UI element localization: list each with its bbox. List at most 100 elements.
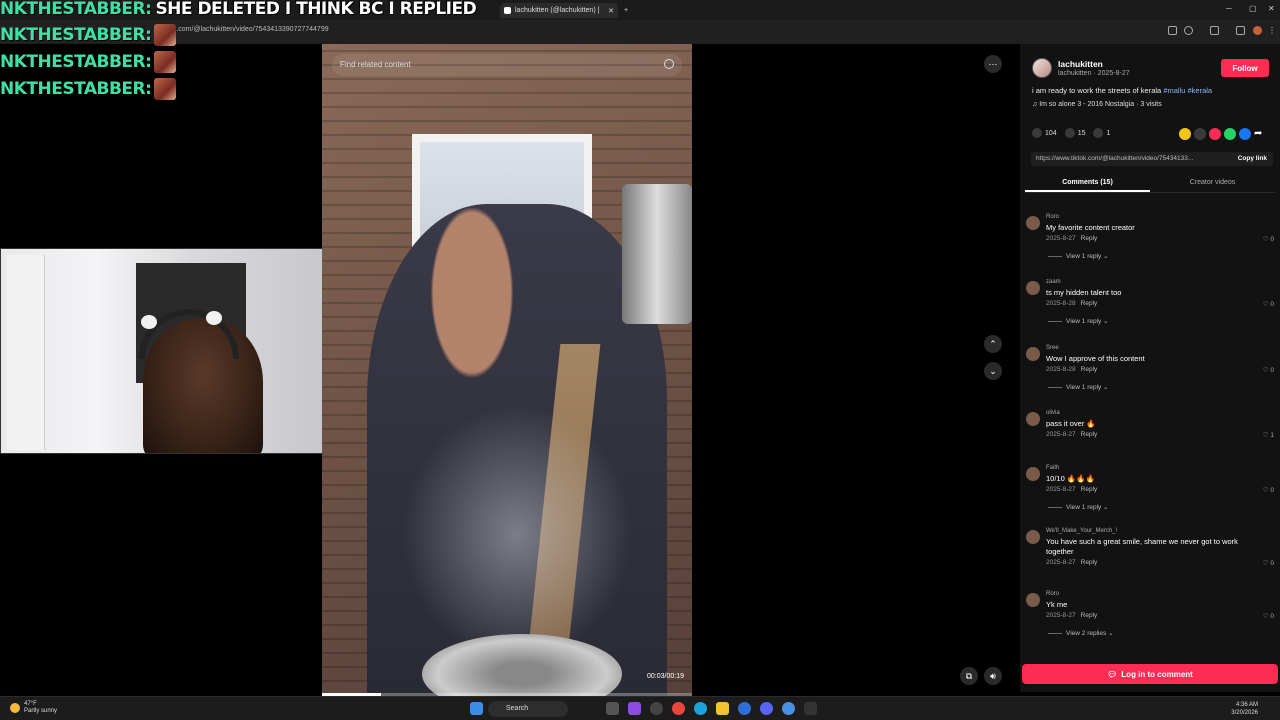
comment-like-button[interactable]: ♡ 0 [1263, 612, 1274, 620]
weather-widget[interactable]: 47°F Partly sunny [10, 701, 57, 715]
comment-like-button[interactable]: ♡ 0 [1263, 559, 1274, 567]
reply-button[interactable]: Reply [1081, 235, 1098, 242]
share-icon[interactable] [1194, 128, 1206, 140]
commenter-avatar[interactable] [1026, 593, 1040, 607]
menu-icon[interactable]: ⋮ [1268, 26, 1276, 35]
commenter-avatar[interactable] [1026, 216, 1040, 230]
app-icon[interactable] [782, 702, 795, 715]
comment-like-button[interactable]: ♡ 0 [1263, 300, 1274, 308]
view-replies-button[interactable]: View 1 reply ⌄ [1048, 503, 1109, 511]
view-replies-button[interactable]: View 2 replies ⌄ [1048, 629, 1114, 637]
commenter-avatar[interactable] [1026, 347, 1040, 361]
app-icon[interactable] [738, 702, 751, 715]
close-icon[interactable]: ✕ [608, 7, 614, 15]
comment-like-button[interactable]: ♡ 0 [1263, 486, 1274, 494]
comment-like-button[interactable]: ♡ 1 [1263, 431, 1274, 439]
maximize-icon[interactable]: ▢ [1249, 4, 1257, 13]
next-video-button[interactable]: ⌄ [984, 362, 1002, 380]
commenter-name[interactable]: Roro [1046, 591, 1059, 597]
related-search-input[interactable]: Find related content [332, 54, 682, 76]
windows-start-icon[interactable] [470, 702, 483, 715]
comment-like-button[interactable]: ♡ 0 [1263, 235, 1274, 243]
comment-meta: 2025-8-27 Reply [1046, 559, 1097, 566]
commenter-name[interactable]: Roro [1046, 214, 1059, 220]
copy-link-button[interactable]: Copy link [1238, 155, 1267, 162]
share-link-field[interactable]: https://www.tiktok.com/@lachukitten/vide… [1031, 152, 1273, 166]
profile-avatar[interactable] [1253, 26, 1262, 35]
discord-icon[interactable] [760, 702, 773, 715]
more-options-button[interactable]: ⋯ [984, 55, 1002, 73]
login-to-comment-button[interactable]: 💬︎ Log in to comment [1022, 664, 1278, 684]
close-window-icon[interactable]: ✕ [1268, 4, 1275, 13]
comment-text: pass it over 🔥 [1046, 419, 1096, 428]
login-label: Log in to comment [1121, 669, 1193, 679]
commenter-avatar[interactable] [1026, 467, 1040, 481]
steam [402, 404, 632, 664]
minimize-icon[interactable]: ─ [1226, 4, 1232, 13]
comment-like-count: 0 [1270, 367, 1274, 374]
file-explorer-icon[interactable] [716, 702, 729, 715]
app-icon[interactable] [628, 702, 641, 715]
reply-button[interactable]: Reply [1081, 559, 1098, 566]
emote-icon [154, 24, 177, 46]
comment-button[interactable]: 15 [1064, 128, 1085, 138]
tab-comments[interactable]: Comments (15) [1025, 179, 1150, 192]
pip-icon[interactable]: ⧉ [960, 667, 978, 685]
chat-username: NKTHESTABBER: [0, 25, 152, 45]
edge-icon[interactable] [694, 702, 707, 715]
hashtags[interactable]: #mallu #kerala [1163, 86, 1212, 95]
new-tab-button[interactable]: + [620, 3, 632, 18]
music-info[interactable]: ♫ Im so alone 3 - 2016 Nostalgia · 3 vis… [1032, 101, 1162, 108]
commenter-name[interactable]: Faith [1046, 465, 1059, 471]
task-view-icon[interactable] [606, 702, 619, 715]
commenter-avatar[interactable] [1026, 281, 1040, 295]
app-icon[interactable] [650, 702, 663, 715]
view-replies-button[interactable]: View 1 reply ⌄ [1048, 383, 1109, 391]
commenter-avatar[interactable] [1026, 530, 1040, 544]
commenter-avatar[interactable] [1026, 412, 1040, 426]
url-text[interactable]: tiktok.com/@lachukitten/video/7543413390… [160, 26, 329, 33]
tab-tiktok[interactable]: lachukitten (@lachukitten) | ✕ [500, 3, 618, 18]
follow-button[interactable]: Follow [1221, 59, 1269, 77]
emote-icon [154, 78, 177, 100]
reply-button[interactable]: Reply [1081, 366, 1098, 373]
view-replies-button[interactable]: View 1 reply ⌄ [1048, 252, 1109, 260]
comment-like-button[interactable]: ♡ 0 [1263, 366, 1274, 374]
commenter-name[interactable]: Sree [1046, 345, 1059, 351]
share-icon[interactable] [1209, 128, 1221, 140]
share-icon[interactable] [1239, 128, 1251, 140]
commenter-name[interactable]: We'll_Make_Your_Merch_! [1046, 528, 1117, 534]
panel-tabs: Comments (15) Creator videos [1025, 177, 1275, 193]
like-button[interactable]: 104 [1032, 128, 1057, 138]
tiktok-icon [504, 7, 511, 14]
reply-button[interactable]: Reply [1081, 486, 1098, 493]
star-icon[interactable] [1184, 26, 1193, 35]
taskbar-search[interactable]: Search [488, 701, 568, 717]
reply-button[interactable]: Reply [1081, 300, 1098, 307]
heart-icon [1032, 128, 1042, 138]
chrome-icon[interactable] [672, 702, 685, 715]
sidebar-icon[interactable] [1236, 26, 1245, 35]
comment-like-count: 0 [1270, 236, 1274, 243]
creator-username[interactable]: lachukitten [1058, 59, 1103, 69]
cast-icon[interactable] [1168, 26, 1177, 35]
search-icon[interactable] [664, 59, 674, 69]
share-arrow-icon[interactable]: ➦ [1254, 128, 1262, 140]
clock[interactable]: 4:36 AM 3/20/2026 [1231, 701, 1258, 717]
commenter-name[interactable]: zaam [1046, 279, 1061, 285]
previous-video-button[interactable]: ⌃ [984, 335, 1002, 353]
commenter-name[interactable]: olivia [1046, 410, 1060, 416]
tab-creator-videos[interactable]: Creator videos [1150, 179, 1275, 186]
save-button[interactable]: 1 [1093, 128, 1110, 138]
video-player[interactable]: Find related content 00:03/00:19 [322, 44, 692, 696]
share-icon[interactable] [1179, 128, 1191, 140]
comment-text: Wow I approve of this content [1046, 354, 1145, 363]
view-replies-button[interactable]: View 1 reply ⌄ [1048, 317, 1109, 325]
extensions-icon[interactable] [1210, 26, 1219, 35]
reply-button[interactable]: Reply [1081, 612, 1098, 619]
volume-icon[interactable]: 🔊︎ [984, 667, 1002, 685]
reply-button[interactable]: Reply [1081, 431, 1098, 438]
creator-avatar[interactable] [1032, 58, 1052, 78]
share-icon[interactable] [1224, 128, 1236, 140]
terminal-icon[interactable] [804, 702, 817, 715]
